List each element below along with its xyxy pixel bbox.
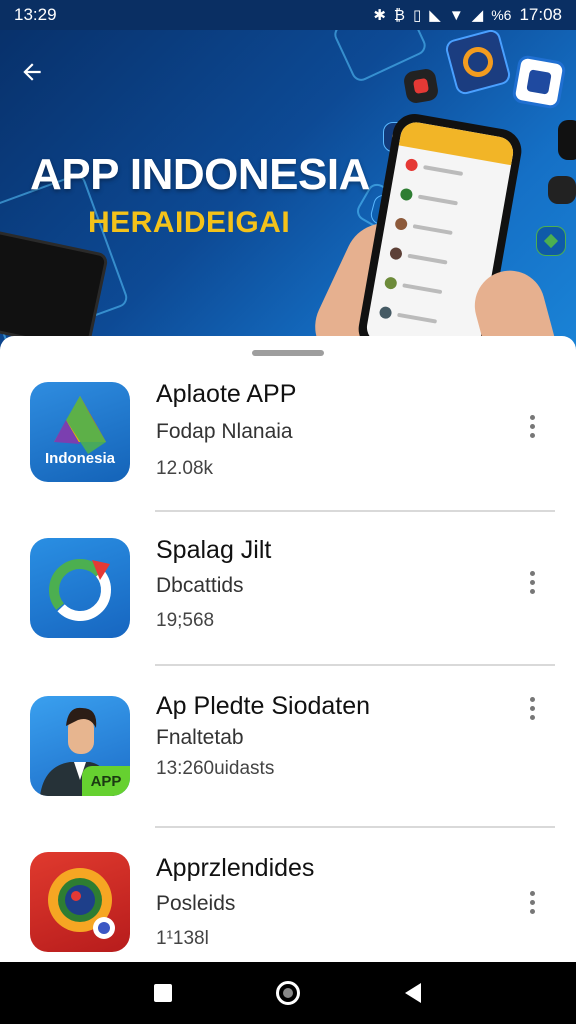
- wifi-icon: ▼: [448, 6, 464, 24]
- app-category: Fodap Nlanaia: [156, 420, 293, 443]
- vibrate-icon: ▯: [413, 6, 422, 24]
- app-category: Dbcattids: [156, 574, 244, 597]
- battery-icon: ◢: [471, 6, 484, 24]
- app-downloads: 1¹138l: [156, 928, 209, 949]
- square-icon: [153, 984, 172, 1002]
- status-bar: 13:29 ✱ ₿ ▯ ◣ ▼ ◢ %6 17:08: [0, 0, 576, 30]
- app-downloads: 19;568: [156, 610, 215, 631]
- triangle-back-icon: [405, 983, 422, 1003]
- app-category: Fnaltetab: [156, 726, 244, 749]
- circle-icon: [275, 981, 300, 1005]
- dot-icon: [529, 570, 535, 576]
- nfc-icon: ₿: [393, 6, 405, 24]
- app-name: Spalag Jilt: [156, 536, 272, 564]
- arrow-left-icon: [23, 63, 41, 81]
- divider: [155, 826, 555, 828]
- dot-icon: [529, 890, 535, 896]
- battery-percent: %6: [491, 7, 512, 23]
- more-options-button[interactable]: [512, 880, 552, 924]
- more-options-button[interactable]: [512, 560, 552, 604]
- bluetooth-icon: ✱: [373, 6, 386, 24]
- navigation-bar: [0, 962, 576, 1024]
- status-indicators: ✱ ₿ ▯ ◣ ▼ ◢ %6 17:08: [373, 5, 562, 25]
- back-nav-button[interactable]: [393, 973, 433, 1013]
- status-time-right: 17:08: [519, 5, 562, 24]
- divider: [155, 664, 555, 666]
- app-list-sheet: Indonesia Aplaote APP Fodap Nlanaia 12.0…: [0, 336, 576, 962]
- app-downloads: 12.08k: [156, 458, 214, 479]
- hero-title: APP INDONESIA: [30, 150, 370, 199]
- drive-triangle-icon: Indonesia: [30, 382, 130, 482]
- back-button[interactable]: [14, 54, 50, 90]
- app-name: Ap Pledte Siodaten: [156, 692, 371, 720]
- app-name: Aplaote APP: [156, 380, 297, 408]
- circular-arrow-icon: [30, 538, 130, 638]
- list-item[interactable]: Spalag Jilt Dbcattids 19;568: [0, 526, 576, 666]
- dot-icon: [529, 414, 535, 420]
- red-app-icon: [402, 67, 440, 105]
- swirl-app-icon: [443, 30, 513, 97]
- home-button[interactable]: [268, 973, 308, 1013]
- phone-mini-icon: [558, 120, 576, 160]
- app-downloads: 13:260uidasts: [156, 758, 275, 779]
- list-item[interactable]: Apprzlendides Posleids 1¹138l: [0, 840, 576, 980]
- signal-icon: ◣: [429, 6, 441, 24]
- divider: [155, 510, 555, 512]
- list-item[interactable]: Indonesia Aplaote APP Fodap Nlanaia 12.0…: [0, 370, 576, 510]
- hero-banner: APP INDONESIA HERAIDEIGAI: [0, 30, 576, 350]
- camera-lens-icon: [30, 852, 130, 952]
- app-name: Apprzlendides: [156, 854, 315, 882]
- icon-label: Indonesia: [44, 450, 115, 467]
- avatar-app-icon: [511, 54, 567, 110]
- icon-label: APP: [82, 766, 130, 796]
- list-item[interactable]: APP Ap Pledte Siodaten Fnaltetab 13:260u…: [0, 682, 576, 822]
- hero-subtitle: HERAIDEIGAI: [88, 206, 291, 239]
- sheet-drag-handle[interactable]: [252, 350, 324, 356]
- app-category: Posleids: [156, 892, 236, 915]
- status-time: 13:29: [14, 5, 57, 24]
- businessman-avatar-icon: APP: [30, 696, 130, 796]
- recents-button[interactable]: [143, 973, 183, 1013]
- dot-icon: [529, 696, 535, 702]
- more-options-button[interactable]: [512, 686, 552, 730]
- more-options-button[interactable]: [512, 404, 552, 448]
- phone-illustration: [302, 110, 570, 350]
